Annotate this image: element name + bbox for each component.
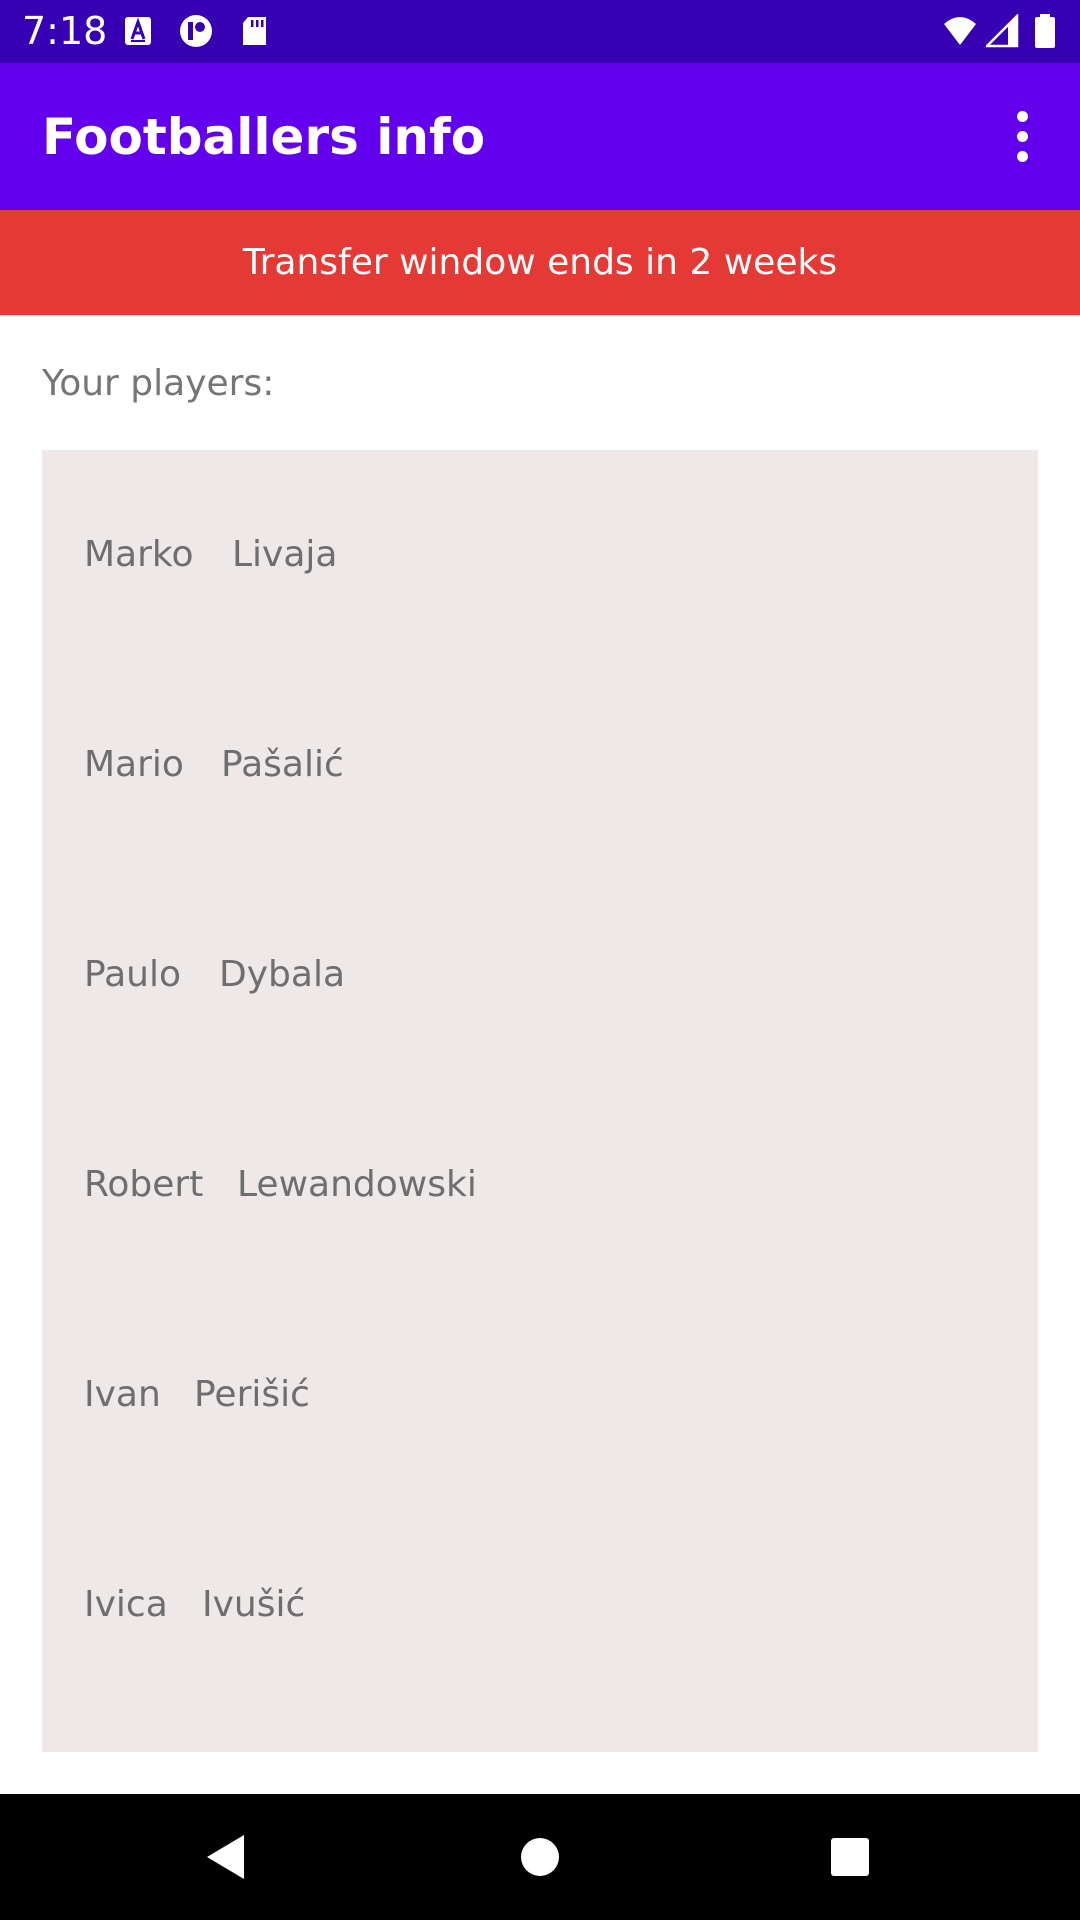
player-last-name: Pašalić [221,744,344,785]
home-icon [521,1838,559,1876]
back-button[interactable] [180,1814,270,1900]
navigation-bar [0,1794,1080,1920]
player-row[interactable]: Ivica Ivušić [42,1500,1038,1710]
home-button[interactable] [495,1814,585,1900]
more-options-button[interactable] [998,109,1048,165]
player-first-name: Mario [84,744,184,785]
player-row[interactable]: Robert Lewandowski [42,1080,1038,1290]
a-badge-icon [125,17,151,45]
player-row[interactable]: Mario Pašalić [42,660,1038,870]
banner-text: Transfer window ends in 2 weeks [242,242,838,283]
wifi-icon [944,17,976,45]
status-time: 7:18 [22,9,108,53]
signal-icon [986,14,1019,48]
app-bar: Footballers info [0,63,1080,210]
player-last-name: Livaja [232,534,338,575]
player-first-name: Paulo [84,954,181,995]
transfer-window-banner: Transfer window ends in 2 weeks [0,210,1080,315]
status-bar: 7:18 [0,0,1080,63]
player-last-name: Ivušić [202,1584,306,1625]
player-list[interactable]: Marko Livaja Mario Pašalić Paulo Dybala … [42,450,1038,1752]
recents-button[interactable] [805,1814,895,1900]
player-row[interactable]: Ivan Perišić [42,1290,1038,1500]
player-row[interactable]: Marko Livaja [42,450,1038,660]
player-first-name: Ivica [84,1584,168,1625]
sd-card-icon [243,17,266,45]
battery-icon [1035,14,1055,48]
player-first-name: Marko [84,534,194,575]
player-first-name: Robert [84,1164,204,1205]
circle-p-icon [180,15,212,47]
recents-icon [831,1838,869,1876]
player-last-name: Lewandowski [237,1164,477,1205]
app-title: Footballers info [42,108,486,166]
player-last-name: Dybala [219,954,345,995]
player-last-name: Perišić [194,1374,310,1415]
player-row[interactable]: Paulo Dybala [42,870,1038,1080]
player-first-name: Ivan [84,1374,161,1415]
players-section-label: Your players: [42,363,275,404]
back-icon [207,1835,244,1879]
